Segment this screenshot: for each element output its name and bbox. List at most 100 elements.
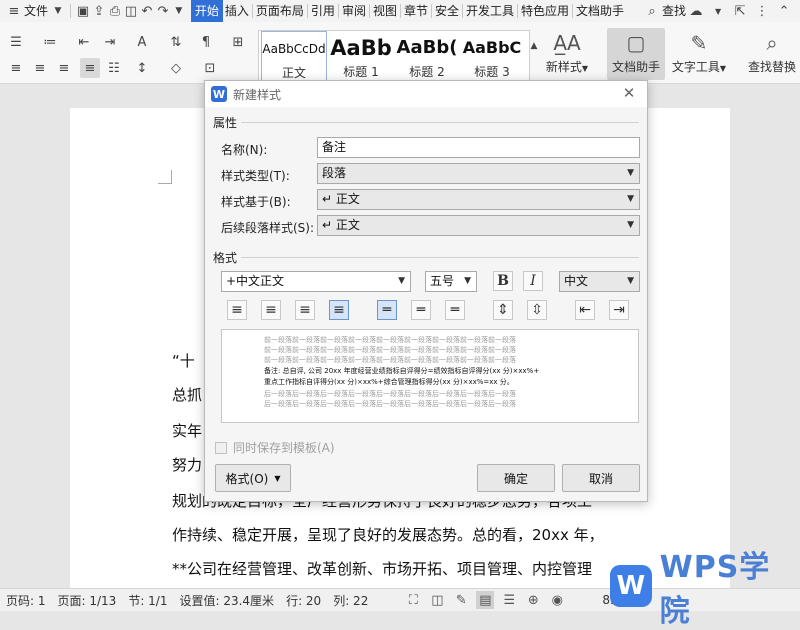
bullet-list-icon[interactable]: ☰ bbox=[6, 32, 26, 52]
increase-indent-icon[interactable]: ⇥ bbox=[609, 300, 629, 320]
tab-review[interactable]: 审阅 bbox=[340, 0, 368, 22]
chevron-down-icon[interactable]: ▼ bbox=[171, 3, 187, 19]
style-heading-2[interactable]: AaBb( 标题 2 bbox=[395, 31, 459, 83]
web-view-icon[interactable]: ⊕ bbox=[524, 591, 542, 609]
tab-security[interactable]: 安全 bbox=[433, 0, 461, 22]
increase-spacing-icon[interactable]: ⇕ bbox=[493, 300, 513, 320]
text-direction-icon[interactable]: A bbox=[132, 32, 152, 52]
status-row[interactable]: 行: 20 bbox=[280, 592, 327, 609]
format-button[interactable]: 格式(O) ▼ bbox=[215, 464, 291, 492]
next-style-select[interactable]: ↵ 正文 ▼ bbox=[317, 215, 640, 236]
new-style-button[interactable]: A̲A 新样式▼ bbox=[540, 28, 594, 80]
close-icon[interactable]: ✕ bbox=[621, 85, 637, 101]
page-view-icon[interactable]: ▤ bbox=[476, 591, 495, 609]
menu-file[interactable]: 文件 bbox=[22, 0, 50, 22]
status-page[interactable]: 页面: 1/13 bbox=[52, 592, 123, 609]
tab-doc-assistant[interactable]: 文档助手 bbox=[574, 0, 626, 22]
show-marks-icon[interactable]: ¶ bbox=[196, 32, 216, 52]
status-col[interactable]: 列: 22 bbox=[327, 592, 374, 609]
border-icon[interactable]: ⊡ bbox=[200, 58, 220, 78]
ok-button[interactable]: 确定 bbox=[477, 464, 555, 492]
justify-icon[interactable]: ≡ bbox=[329, 300, 349, 320]
decrease-spacing-icon[interactable]: ⇳ bbox=[527, 300, 547, 320]
pen-icon[interactable]: ✎ bbox=[452, 591, 470, 609]
undo-icon[interactable]: ↶ bbox=[139, 3, 155, 19]
hamburger-icon[interactable]: ≡ bbox=[6, 3, 22, 19]
search-icon[interactable]: ⌕ bbox=[644, 3, 660, 19]
font-size-select[interactable]: 五号 ▼ bbox=[425, 271, 477, 292]
italic-button[interactable]: I bbox=[523, 271, 543, 291]
status-page-code[interactable]: 页码: 1 bbox=[0, 592, 52, 609]
shading-icon[interactable]: ◇ bbox=[166, 58, 186, 78]
menu-search[interactable]: 查找 bbox=[660, 0, 688, 22]
chevron-down-icon: ▼ bbox=[398, 276, 405, 286]
style-sample: AaBbC bbox=[462, 38, 522, 57]
tab-insert[interactable]: 插入 bbox=[223, 0, 251, 22]
status-section[interactable]: 节: 1/1 bbox=[122, 592, 173, 609]
menu-separator bbox=[430, 4, 432, 18]
indent-icon[interactable]: ⇥ bbox=[100, 32, 120, 52]
style-heading-3[interactable]: AaBbC 标题 3 bbox=[461, 31, 523, 83]
one-half-spacing-icon[interactable]: ═ bbox=[411, 300, 431, 320]
style-name-input[interactable]: 备注 bbox=[317, 137, 640, 158]
numbered-list-icon[interactable]: ≔ bbox=[40, 32, 60, 52]
font-select[interactable]: +中文正文 ▼ bbox=[221, 271, 411, 292]
justify-icon[interactable]: ≡ bbox=[80, 58, 100, 78]
tab-view[interactable]: 视图 bbox=[371, 0, 399, 22]
doc-assistant-button[interactable]: ▢ 文档助手 bbox=[607, 28, 665, 80]
tab-developer[interactable]: 开发工具 bbox=[464, 0, 516, 22]
status-setting[interactable]: 设置值: 23.4厘米 bbox=[173, 592, 280, 609]
style-type-select[interactable]: 段落 ▼ bbox=[317, 163, 640, 184]
language-select[interactable]: 中文 ▼ bbox=[559, 271, 640, 292]
style-sample: AaBb( bbox=[396, 37, 458, 58]
outdent-icon[interactable]: ⇤ bbox=[74, 32, 94, 52]
save-to-template-checkbox[interactable]: 同时保存到模板(A) bbox=[215, 439, 335, 456]
save-icon[interactable]: ▣ bbox=[75, 3, 91, 19]
line-spacing-icon[interactable]: ↕ bbox=[132, 58, 152, 78]
tab-special[interactable]: 特色应用 bbox=[519, 0, 571, 22]
dialog-titlebar[interactable]: W 新建样式 ✕ bbox=[205, 81, 647, 107]
chevron-down-icon[interactable]: ▼ bbox=[50, 3, 66, 19]
share-icon[interactable]: ⇱ bbox=[732, 3, 748, 19]
find-replace-button[interactable]: ⌕ 查找替换 bbox=[744, 28, 800, 80]
more-icon[interactable]: ⋮ bbox=[754, 3, 770, 19]
style-normal[interactable]: AaBbCcDd 正文 bbox=[261, 31, 327, 83]
align-center-icon[interactable]: ≡ bbox=[30, 58, 50, 78]
checkbox-box[interactable] bbox=[215, 441, 227, 454]
align-center-icon[interactable]: ≡ bbox=[261, 300, 281, 320]
double-spacing-icon[interactable]: ═ bbox=[445, 300, 465, 320]
read-mode-icon[interactable]: ◫ bbox=[428, 591, 446, 609]
fullscreen-icon[interactable]: ⛶ bbox=[404, 591, 422, 609]
cloud-icon[interactable]: ☁ bbox=[688, 3, 704, 19]
align-right-icon[interactable]: ≡ bbox=[295, 300, 315, 320]
tab-references[interactable]: 引用 bbox=[309, 0, 337, 22]
font-value: +中文正文 bbox=[226, 274, 285, 288]
print-icon[interactable]: ⎙ bbox=[107, 3, 123, 19]
tab-chapter[interactable]: 章节 bbox=[402, 0, 430, 22]
decrease-indent-icon[interactable]: ⇤ bbox=[575, 300, 595, 320]
table-icon[interactable]: ⊞ bbox=[228, 32, 248, 52]
export-icon[interactable]: ⇪ bbox=[91, 3, 107, 19]
text-tools-button[interactable]: ✎ 文字工具▼ bbox=[668, 28, 730, 80]
align-right-icon[interactable]: ≡ bbox=[54, 58, 74, 78]
preview-icon[interactable]: ◫ bbox=[123, 3, 139, 19]
preview-line: 后一段落后一段落后一段落后一段落后一段落后一段落后一段落后一段落后一段落 bbox=[264, 390, 516, 398]
based-on-select[interactable]: ↵ 正文 ▼ bbox=[317, 189, 640, 210]
distribute-icon[interactable]: ☷ bbox=[104, 58, 124, 78]
single-spacing-icon[interactable]: ═ bbox=[377, 300, 397, 320]
align-left-icon[interactable]: ≡ bbox=[6, 58, 26, 78]
bold-button[interactable]: B bbox=[493, 271, 513, 291]
chevron-down-icon[interactable]: ▼ bbox=[710, 3, 726, 19]
collapse-icon[interactable]: ⌃ bbox=[776, 3, 792, 19]
eye-icon[interactable]: ◉ bbox=[548, 591, 566, 609]
sort-icon[interactable]: ⇅ bbox=[166, 32, 186, 52]
tab-home[interactable]: 开始 bbox=[190, 0, 223, 22]
outline-view-icon[interactable]: ☰ bbox=[500, 591, 518, 609]
redo-icon[interactable]: ↷ bbox=[155, 3, 171, 19]
font-size-value: 五号 bbox=[430, 274, 455, 288]
tab-page-layout[interactable]: 页面布局 bbox=[254, 0, 306, 22]
style-heading-1[interactable]: AaBb 标题 1 bbox=[329, 31, 393, 83]
wps-watermark-text: WPS学院 bbox=[659, 549, 771, 629]
align-left-icon[interactable]: ≡ bbox=[227, 300, 247, 320]
cancel-button[interactable]: 取消 bbox=[562, 464, 640, 492]
